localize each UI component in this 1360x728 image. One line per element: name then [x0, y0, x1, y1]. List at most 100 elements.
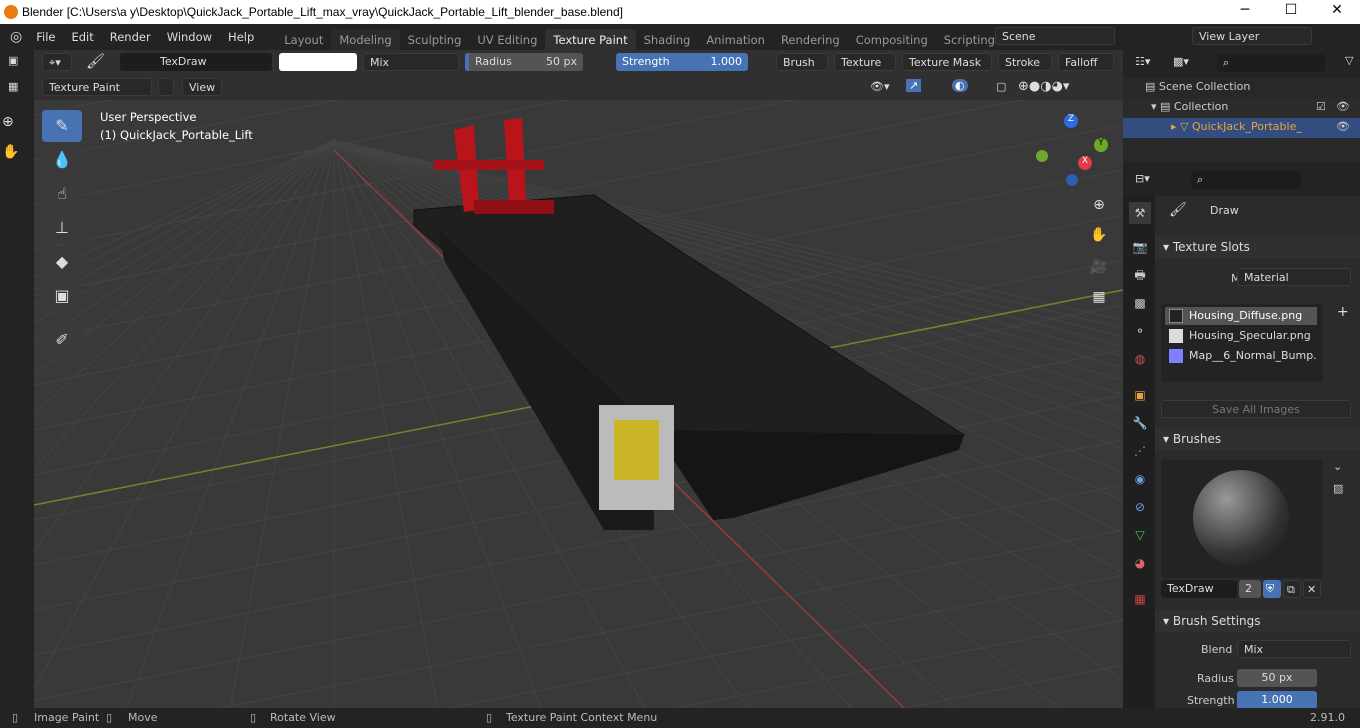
tab-animation[interactable]: Animation — [698, 29, 773, 51]
editor-type-icon[interactable]: ▣ — [8, 54, 18, 67]
minimize-button[interactable]: ─ — [1222, 2, 1268, 18]
blender-menu-icon[interactable]: ◎ — [0, 29, 28, 45]
shading-modes-icon[interactable]: ⊕●◑◕▾ — [1018, 79, 1069, 94]
fake-user-shield-icon[interactable]: ⛨ — [1263, 580, 1281, 598]
object-tab-icon[interactable]: ▣ — [1129, 384, 1151, 406]
brushes-header[interactable]: ▾ Brushes — [1155, 428, 1360, 450]
texture-menu[interactable]: Texture — [834, 53, 896, 71]
slot-item[interactable]: Housing_Specular.png — [1165, 327, 1317, 345]
outliner-display-icon[interactable]: ☷▾ — [1135, 55, 1150, 68]
blend-dropdown[interactable]: Mix — [363, 53, 459, 71]
mode-icon[interactable]: ▦ — [8, 80, 18, 93]
texture-tab-icon[interactable]: ▦ — [1129, 588, 1151, 610]
scene-tab-icon[interactable]: ⚬ — [1129, 320, 1151, 342]
eye-icon[interactable]: 👁 — [1336, 100, 1350, 113]
tool-mask[interactable]: ▣ — [42, 280, 82, 312]
data-tab-icon[interactable]: ▽ — [1129, 524, 1151, 546]
tab-uv-editing[interactable]: UV Editing — [469, 29, 545, 51]
scene-collection[interactable]: ▤ Scene Collection — [1145, 80, 1250, 93]
stroke-menu[interactable]: Stroke — [998, 53, 1052, 71]
tool-tab-icon[interactable]: ⚒ — [1129, 202, 1151, 224]
close-button[interactable]: ✕ — [1314, 2, 1360, 18]
tab-sculpting[interactable]: Sculpting — [400, 29, 470, 51]
neg-y-icon[interactable] — [1036, 150, 1048, 162]
tool-smear[interactable]: ☝ — [42, 178, 82, 210]
menu-render[interactable]: Render — [102, 30, 159, 44]
modifier-tab-icon[interactable]: 🔧 — [1129, 412, 1151, 434]
object-row[interactable]: ▸ ▽ QuickJack_Portable_ 👁 — [1123, 118, 1360, 138]
brush-radius-field[interactable]: 50 px — [1237, 669, 1317, 687]
add-slot-button[interactable]: + — [1337, 304, 1349, 320]
brush-name-field[interactable]: TexDraw — [1161, 580, 1237, 598]
tool-fill[interactable]: ◆ — [42, 246, 82, 278]
brush-menu-chevron-icon[interactable]: ⌄ — [1333, 460, 1342, 473]
properties-editor-icon[interactable]: ⊟▾ — [1135, 172, 1150, 185]
brush-strength-field[interactable]: 1.000 — [1237, 691, 1317, 709]
outliner-search[interactable]: ⌕ — [1217, 54, 1325, 72]
slot-item[interactable]: Housing_Diffuse.png — [1165, 307, 1317, 325]
physics-tab-icon[interactable]: ◉ — [1129, 468, 1151, 490]
neg-z-icon[interactable] — [1066, 174, 1078, 186]
collection-row[interactable]: ▾ ▤ Collection ☑ 👁 — [1123, 98, 1360, 118]
grid-icon[interactable]: ▦ — [1086, 284, 1112, 310]
brush-preview[interactable] — [1161, 460, 1323, 578]
tool-icon-dropdown[interactable]: ⌖▾ — [42, 53, 72, 71]
paint-mask-toggle[interactable] — [158, 78, 174, 96]
unlink-icon[interactable]: ✕ — [1303, 580, 1321, 598]
particles-tab-icon[interactable]: ⋰ — [1129, 440, 1151, 462]
radius-field[interactable]: Radius 50 px — [465, 53, 583, 71]
visibility-icon[interactable]: 👁▾ — [870, 80, 890, 93]
material-tab-icon[interactable]: ◕ — [1129, 552, 1151, 574]
image-icon[interactable]: ▨ — [1333, 482, 1343, 495]
texture-mask-menu[interactable]: Texture Mask — [902, 53, 992, 71]
navigation-gizmo[interactable]: Z Y X — [1034, 112, 1114, 192]
slot-mode-dropdown[interactable]: Material — [1237, 268, 1351, 286]
tab-shading[interactable]: Shading — [636, 29, 699, 51]
properties-search[interactable]: ⌕ — [1191, 171, 1301, 189]
pan-hand-icon[interactable]: ✋ — [1086, 222, 1112, 248]
filter-icon[interactable]: ▽ — [1345, 54, 1353, 67]
tab-rendering[interactable]: Rendering — [773, 29, 848, 51]
x-axis-icon[interactable]: X — [1078, 156, 1092, 170]
overlay-icon[interactable]: ◐ — [952, 79, 968, 92]
menu-edit[interactable]: Edit — [63, 30, 101, 44]
filter-mode-icon[interactable]: ▩▾ — [1173, 55, 1189, 68]
tab-scripting[interactable]: Scripting — [936, 29, 1003, 51]
tab-texture-paint[interactable]: Texture Paint — [545, 29, 636, 51]
constraints-tab-icon[interactable]: ⊘ — [1129, 496, 1151, 518]
zoom-icon[interactable]: ⊕ — [1086, 192, 1112, 218]
brush-name-field[interactable]: TexDraw — [120, 53, 272, 71]
brush-settings-header[interactable]: ▾ Brush Settings — [1155, 610, 1360, 632]
duplicate-icon[interactable]: ⧉ — [1283, 580, 1301, 598]
color-swatch[interactable] — [279, 53, 357, 71]
z-axis-icon[interactable]: Z — [1064, 114, 1078, 128]
tool-clone[interactable]: ⊥ — [42, 212, 82, 244]
eye-icon[interactable]: 👁 — [1336, 120, 1350, 133]
view-layer-tab-icon[interactable]: ▩ — [1129, 292, 1151, 314]
menu-file[interactable]: File — [28, 30, 63, 44]
falloff-menu[interactable]: Falloff — [1058, 53, 1114, 71]
xray-icon[interactable]: ▢ — [996, 80, 1006, 93]
camera-icon[interactable]: 🎥 — [1086, 254, 1112, 280]
scene-selector[interactable]: Scene — [995, 27, 1115, 45]
3d-viewport[interactable]: ✎ 💧 ☝ ⊥ ◆ ▣ ✐ User Perspective (1) Quick… — [34, 100, 1123, 708]
tab-compositing[interactable]: Compositing — [848, 29, 936, 51]
tool-soften[interactable]: 💧 — [42, 144, 82, 176]
world-tab-icon[interactable]: ◍ — [1129, 348, 1151, 370]
texture-slots-header[interactable]: ▾ Texture Slots — [1155, 236, 1360, 258]
menu-window[interactable]: Window — [159, 30, 220, 44]
tool-annotate[interactable]: ✐ — [42, 324, 82, 356]
slot-item[interactable]: Map__6_Normal_Bump.... — [1165, 347, 1317, 365]
view-layer-selector[interactable]: View Layer — [1192, 27, 1312, 45]
hand-icon[interactable]: ✋ — [2, 144, 19, 160]
tab-modeling[interactable]: Modeling — [331, 29, 400, 51]
tool-draw[interactable]: ✎ — [42, 110, 82, 142]
brush-users[interactable]: 2 — [1239, 580, 1261, 598]
brush-blend-dropdown[interactable]: Mix — [1237, 640, 1351, 658]
gizmo-icon[interactable]: ↗ — [906, 79, 922, 92]
render-tab-icon[interactable]: 📷 — [1129, 236, 1151, 258]
checkbox-icon[interactable]: ☑ — [1316, 100, 1326, 113]
brush-menu[interactable]: Brush — [776, 53, 828, 71]
maximize-button[interactable]: ☐ — [1268, 2, 1314, 18]
mode-dropdown[interactable]: Texture Paint — [42, 78, 152, 96]
